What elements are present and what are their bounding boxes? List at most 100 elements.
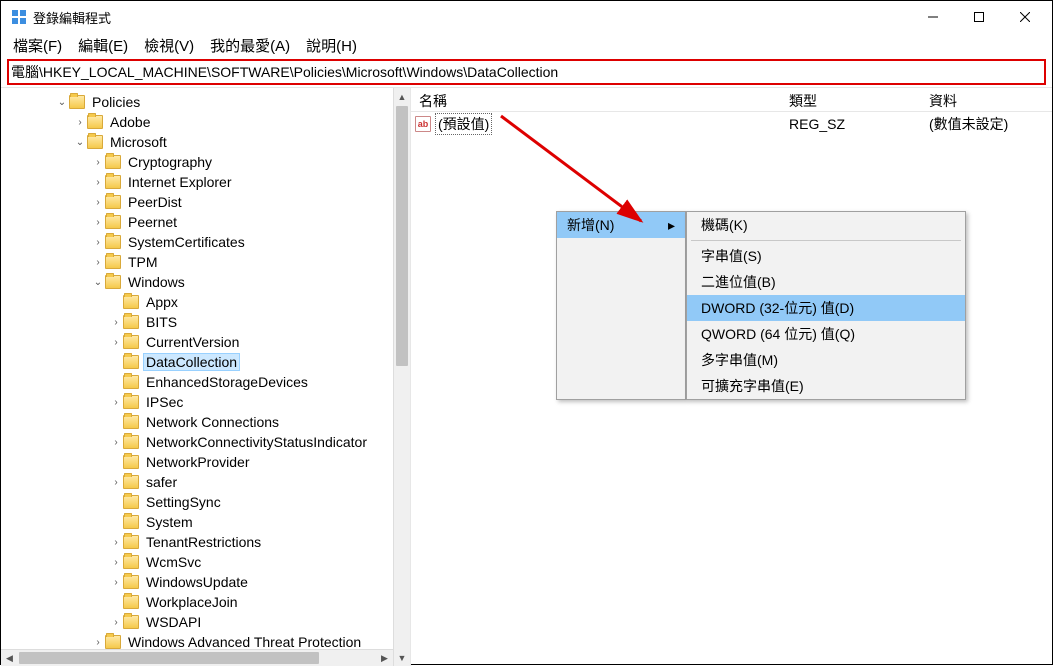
tree-item-label: SettingSync	[143, 494, 224, 510]
chevron-down-icon[interactable]: ⌄	[73, 137, 87, 148]
chevron-right-icon[interactable]: ›	[91, 257, 105, 268]
chevron-down-icon[interactable]: ⌄	[55, 97, 69, 108]
tree-item[interactable]: SettingSync	[1, 492, 410, 512]
chevron-right-icon[interactable]: ›	[91, 217, 105, 228]
folder-icon	[105, 275, 121, 289]
scroll-thumb-h[interactable]	[19, 652, 319, 664]
scroll-left-icon[interactable]: ◀	[1, 650, 18, 666]
tree-item[interactable]: ›PeerDist	[1, 192, 410, 212]
tree-item[interactable]: › WindowsUpdate	[1, 572, 410, 592]
tree-item-label: safer	[143, 474, 180, 490]
chevron-right-icon[interactable]: ›	[109, 557, 123, 568]
chevron-right-icon[interactable]: ›	[109, 337, 123, 348]
chevron-right-icon[interactable]: ›	[109, 537, 123, 548]
column-name[interactable]: 名稱	[411, 88, 781, 111]
chevron-right-icon[interactable]: ›	[109, 437, 123, 448]
menu-item[interactable]: 檢視(V)	[136, 33, 202, 58]
context-item-new[interactable]: 新增(N) ▸	[557, 212, 685, 238]
tree-item-label: EnhancedStorageDevices	[143, 374, 311, 390]
folder-icon	[123, 475, 139, 489]
address-bar[interactable]: 電腦\HKEY_LOCAL_MACHINE\SOFTWARE\Policies\…	[7, 59, 1046, 85]
tree-item[interactable]: ›CurrentVersion	[1, 332, 410, 352]
context-item[interactable]: DWORD (32-位元) 值(D)	[687, 295, 965, 321]
context-item[interactable]: 可擴充字串值(E)	[687, 373, 965, 399]
context-item[interactable]: 二進位值(B)	[687, 269, 965, 295]
scroll-up-icon[interactable]: ▲	[394, 88, 410, 105]
tree-item[interactable]: ›Peernet	[1, 212, 410, 232]
registry-tree[interactable]: ⌄ Policies ›Adobe⌄Microsoft › Cryptography ›I…	[1, 88, 410, 652]
list-row[interactable]: ab (預設值) REG_SZ (數值未設定)	[411, 114, 1052, 134]
folder-icon	[105, 235, 121, 249]
context-item[interactable]: QWORD (64 位元) 值(Q)	[687, 321, 965, 347]
tree-item[interactable]: › Cryptography	[1, 152, 410, 172]
menu-item[interactable]: 說明(H)	[298, 33, 365, 58]
scroll-track[interactable]	[394, 367, 410, 649]
tree-item[interactable]: Network Connections	[1, 412, 410, 432]
value-name: (預設值)	[435, 113, 492, 135]
close-button[interactable]	[1002, 2, 1048, 32]
chevron-right-icon[interactable]: ›	[109, 397, 123, 408]
tree-item[interactable]: Appx	[1, 292, 410, 312]
menu-item[interactable]: 編輯(E)	[70, 33, 136, 58]
folder-icon	[69, 95, 85, 109]
list-body: ab (預設值) REG_SZ (數值未設定)	[411, 112, 1052, 136]
minimize-button[interactable]	[910, 2, 956, 32]
scroll-down-icon[interactable]: ▼	[394, 649, 410, 666]
chevron-right-icon[interactable]: ›	[73, 117, 87, 128]
folder-icon	[123, 355, 139, 369]
maximize-button[interactable]	[956, 2, 1002, 32]
tree-item[interactable]: ›Internet Explorer	[1, 172, 410, 192]
menu-item[interactable]: 我的最愛(A)	[202, 33, 298, 58]
scroll-track-h[interactable]	[320, 650, 376, 666]
tree-item[interactable]: ›TPM	[1, 252, 410, 272]
tree-item[interactable]: EnhancedStorageDevices	[1, 372, 410, 392]
tree-item[interactable]: ›Adobe	[1, 112, 410, 132]
tree-item[interactable]: System	[1, 512, 410, 532]
menu-item[interactable]: 檔案(F)	[5, 33, 70, 58]
tree-item-label: NetworkProvider	[143, 454, 252, 470]
tree-item[interactable]: WorkplaceJoin	[1, 592, 410, 612]
context-item[interactable]: 字串值(S)	[687, 243, 965, 269]
tree-item[interactable]: ›TenantRestrictions	[1, 532, 410, 552]
tree-item[interactable]: ›WcmSvc	[1, 552, 410, 572]
tree-item-label: Appx	[143, 294, 181, 310]
tree-item[interactable]: NetworkProvider	[1, 452, 410, 472]
tree-item[interactable]: ›BITS	[1, 312, 410, 332]
tree-item[interactable]: › safer	[1, 472, 410, 492]
tree-item[interactable]: ⌄ Policies	[1, 92, 410, 112]
tree-item[interactable]: ›IPSec	[1, 392, 410, 412]
chevron-right-icon[interactable]: ›	[91, 197, 105, 208]
tree-item[interactable]: ⌄Microsoft	[1, 132, 410, 152]
folder-icon	[105, 195, 121, 209]
tree-item[interactable]: DataCollection	[1, 352, 410, 372]
menu-separator	[691, 240, 961, 241]
tree-item[interactable]: › NetworkConnectivityStatusIndicator	[1, 432, 410, 452]
scroll-thumb[interactable]	[396, 106, 408, 366]
tree-item-label: SystemCertificates	[125, 234, 248, 250]
chevron-right-icon[interactable]: ›	[91, 237, 105, 248]
tree-item-label: WindowsUpdate	[143, 574, 251, 590]
context-menu-parent: 新增(N) ▸	[556, 211, 686, 400]
folder-icon	[123, 575, 139, 589]
context-item[interactable]: 多字串值(M)	[687, 347, 965, 373]
chevron-right-icon[interactable]: ›	[109, 477, 123, 488]
tree-item-label: Policies	[89, 94, 143, 110]
chevron-right-icon[interactable]: ›	[109, 617, 123, 628]
context-item[interactable]: 機碼(K)	[687, 212, 965, 238]
column-data[interactable]: 資料	[921, 88, 1052, 111]
chevron-right-icon[interactable]: ›	[91, 637, 105, 648]
chevron-right-icon[interactable]: ›	[91, 177, 105, 188]
chevron-right-icon[interactable]: ›	[91, 157, 105, 168]
tree-item-label: NetworkConnectivityStatusIndicator	[143, 434, 370, 450]
tree-item-label: Cryptography	[125, 154, 215, 170]
column-type[interactable]: 類型	[781, 88, 921, 111]
scroll-right-icon[interactable]: ▶	[376, 650, 393, 666]
tree-item[interactable]: ⌄Windows	[1, 272, 410, 292]
tree-vertical-scrollbar[interactable]: ▲ ▼	[393, 88, 410, 666]
tree-item[interactable]: ›WSDAPI	[1, 612, 410, 632]
tree-item[interactable]: › SystemCertificates	[1, 232, 410, 252]
tree-horizontal-scrollbar[interactable]: ◀ ▶	[1, 649, 393, 666]
chevron-right-icon[interactable]: ›	[109, 577, 123, 588]
chevron-right-icon[interactable]: ›	[109, 317, 123, 328]
chevron-down-icon[interactable]: ⌄	[91, 277, 105, 288]
